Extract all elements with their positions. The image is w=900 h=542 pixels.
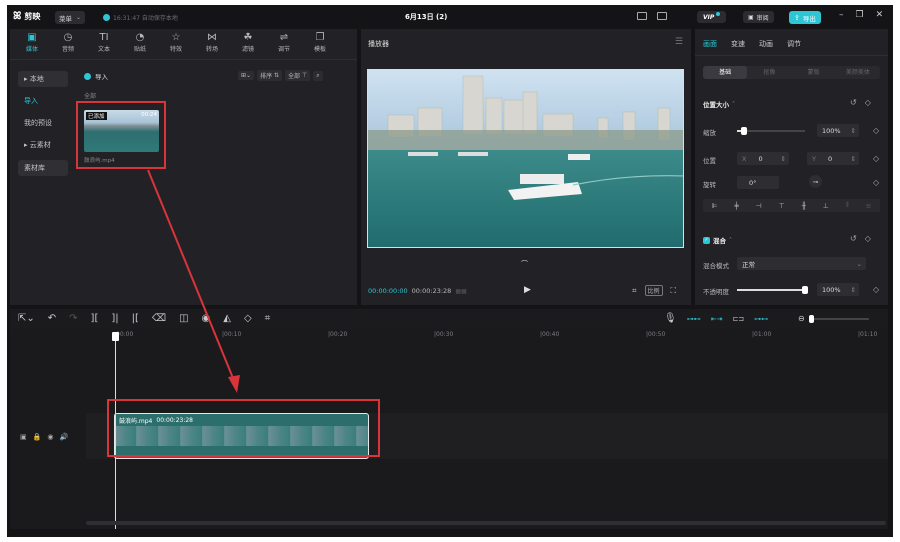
annotation-overlay: [76, 101, 380, 457]
annotation-arrow-line: [147, 169, 236, 384]
annotation-box-timeline-clip: [107, 399, 380, 457]
annotation-arrow-head: [228, 375, 240, 393]
annotation-box-media-clip: [76, 101, 166, 169]
app-window: ꕤ 剪映 菜单 ⌄ 16:31:47 自动保存本地 6月13日 (2) VIP …: [7, 5, 893, 537]
